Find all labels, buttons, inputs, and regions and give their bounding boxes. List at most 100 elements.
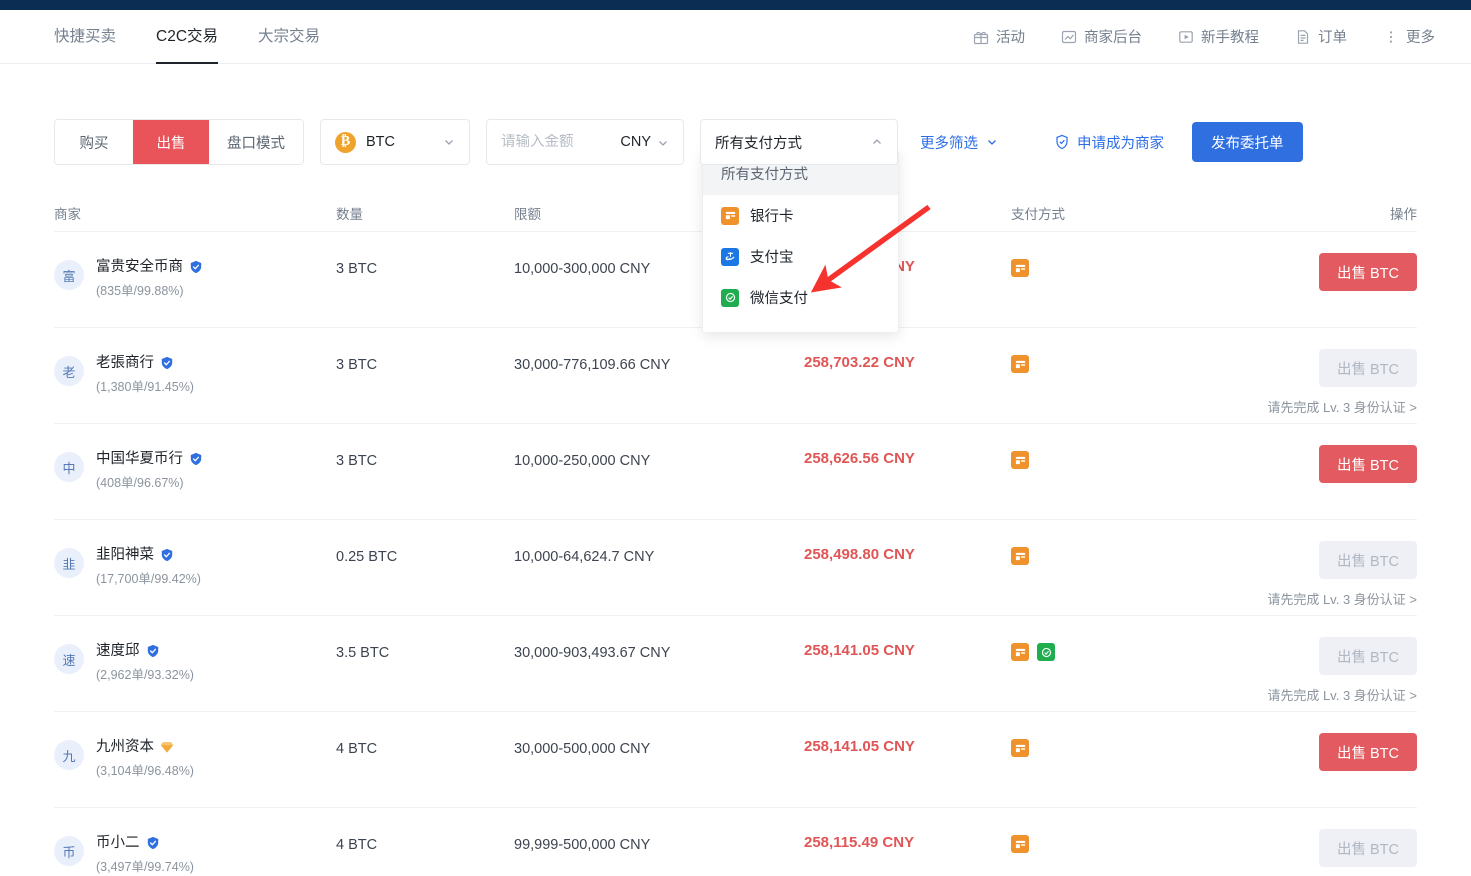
sell-btc-button: 出售 BTC [1319,541,1417,579]
nav-item-merchant-console[interactable]: 商家后台 [1061,26,1142,47]
payment-methods-cell [1011,257,1179,277]
verified-badge-icon [189,452,203,466]
play-icon [1178,29,1194,45]
column-header-amount: 数量 [336,203,514,223]
bank-card-icon [1011,259,1029,277]
bank-card-icon [1011,355,1029,373]
price-cell: 258,626.56 CNY [804,449,1011,467]
avatar: 老 [54,356,84,386]
buy-tab[interactable]: 购买 [55,120,133,164]
file-icon [1295,29,1311,45]
merchant-name[interactable]: 币小二 [96,833,140,853]
amount-cell: 3 BTC [336,353,514,375]
more-filters-button[interactable]: 更多筛选 [920,132,998,153]
limit-cell: 10,000-64,624.7 CNY [514,545,804,567]
merchant-name-row: 富贵安全币商 [96,257,203,277]
price-cell: 258,703.22 CNY [804,353,1011,371]
sell-btc-button[interactable]: 出售 BTC [1319,733,1417,771]
verified-badge-icon [189,260,203,274]
dots-icon [1383,29,1399,45]
merchant-name-row: 速度邱 [96,641,194,661]
wechat-pay-icon [1037,643,1055,661]
kyc-hint-link[interactable]: 请先完成 Lv. 3 身份认证 > [1267,685,1417,704]
merchant-stats: (3,104单/96.48%) [96,760,194,779]
sell-btc-button[interactable]: 出售 BTC [1319,445,1417,483]
coin-select[interactable]: ₿ BTC [320,119,470,165]
amount-cell: 4 BTC [336,833,514,855]
action-cell: 出售 BTC [1179,449,1417,483]
avatar: 九 [54,740,84,770]
merchant-name[interactable]: 韭阳神菜 [96,545,154,565]
verified-badge-icon [160,356,174,370]
table-row: 九九州资本(3,104单/96.48%)4 BTC30,000-500,000 … [54,712,1417,808]
table-row: 币币小二(3,497单/99.74%)4 BTC99,999-500,000 C… [54,808,1417,876]
merchant-cell: 速速度邱(2,962单/93.32%) [54,641,336,683]
payment-method-value: 所有支付方式 [715,132,802,153]
sell-btc-button[interactable]: 出售 BTC [1319,253,1417,291]
column-header-payment: 支付方式 [1011,203,1179,223]
nav-item-label: 商家后台 [1084,26,1142,47]
limit-cell: 10,000-250,000 CNY [514,449,804,471]
site-header: 快捷买卖 C2C交易 大宗交易 活动 商家后台 [0,10,1471,64]
chevron-down-icon[interactable] [657,136,669,148]
action-cell: 出售 BTC请先完成 Lv. 3 身份认证 > [1179,545,1417,608]
nav-item-label: 新手教程 [1201,26,1259,47]
publish-order-button[interactable]: 发布委托单 [1192,122,1303,162]
merchant-name[interactable]: 富贵安全币商 [96,257,183,277]
nav-item-activity[interactable]: 活动 [973,26,1025,47]
kyc-hint-link[interactable]: 请先完成 Lv. 3 身份认证 > [1267,589,1417,608]
merchant-stats: (1,380单/91.45%) [96,376,194,395]
merchant-name[interactable]: 速度邱 [96,641,140,661]
limit-cell: 99,999-500,000 CNY [514,833,804,855]
sell-btc-button: 出售 BTC [1319,637,1417,675]
shield-check-icon [1054,134,1070,150]
more-filters-label: 更多筛选 [920,132,978,153]
bank-card-icon [1011,547,1029,565]
nav-item-orders[interactable]: 订单 [1295,26,1347,47]
merchant-cell: 富富贵安全币商(835单/99.88%) [54,257,336,299]
bank-card-icon [1011,643,1029,661]
amount-filter[interactable]: CNY [486,119,684,165]
payment-method-select[interactable]: 所有支付方式 [700,119,898,165]
become-merchant-label: 申请成为商家 [1077,132,1164,153]
amount-input[interactable] [501,134,593,150]
merchant-name[interactable]: 九州资本 [96,737,154,757]
limit-cell: 30,000-500,000 CNY [514,737,804,759]
dropdown-option-label: 微信支付 [750,287,808,308]
nav-item-more[interactable]: 更多 [1383,26,1435,47]
sell-tab[interactable]: 出售 [133,120,209,164]
action-cell: 出售 BTC [1179,737,1417,771]
nav-tab-quick-trade[interactable]: 快捷买卖 [54,10,116,64]
merchant-name[interactable]: 中国华夏币行 [96,449,183,469]
bank-card-icon [1011,451,1029,469]
nav-tab-c2c[interactable]: C2C交易 [156,10,218,64]
action-cell: 出售 BTC请先完成 Lv. 3 身份认证 > [1179,353,1417,416]
table-row: 老老張商行(1,380单/91.45%)3 BTC30,000-776,109.… [54,328,1417,424]
verified-badge-icon [146,836,160,850]
nav-tab-block-trade[interactable]: 大宗交易 [258,10,320,64]
avatar: 速 [54,644,84,674]
limit-cell: 30,000-903,493.67 CNY [514,641,804,663]
amount-cell: 0.25 BTC [336,545,514,567]
dropdown-option-wechat-pay[interactable]: 微信支付 [703,277,898,318]
amount-cell: 3 BTC [336,449,514,471]
dropdown-option-bank-card[interactable]: 银行卡 [703,195,898,236]
merchant-name-row: 币小二 [96,833,194,853]
chevron-down-icon [443,136,455,148]
order-book-mode-tab[interactable]: 盘口模式 [209,120,303,164]
bitcoin-icon: ₿ [335,132,356,153]
fiat-select-value: CNY [620,134,651,150]
payment-methods-cell [1011,353,1179,373]
kyc-hint-link[interactable]: 请先完成 Lv. 3 身份认证 > [1267,397,1417,416]
dashboard-icon [1061,29,1077,45]
dropdown-option-alipay[interactable]: 支付宝 [703,236,898,277]
merchant-name[interactable]: 老張商行 [96,353,154,373]
become-merchant-link[interactable]: 申请成为商家 [1054,132,1164,153]
nav-item-beginner-tutorial[interactable]: 新手教程 [1178,26,1259,47]
merchant-cell: 九九州资本 (3,104单/96.48%) [54,737,336,779]
table-row: 韭韭阳神菜(17,700单/99.42%)0.25 BTC10,000-64,6… [54,520,1417,616]
verified-badge-icon [160,548,174,562]
merchant-stats: (835单/99.88%) [96,280,203,299]
nav-item-label: 订单 [1318,26,1347,47]
diamond-badge-icon [160,740,174,754]
